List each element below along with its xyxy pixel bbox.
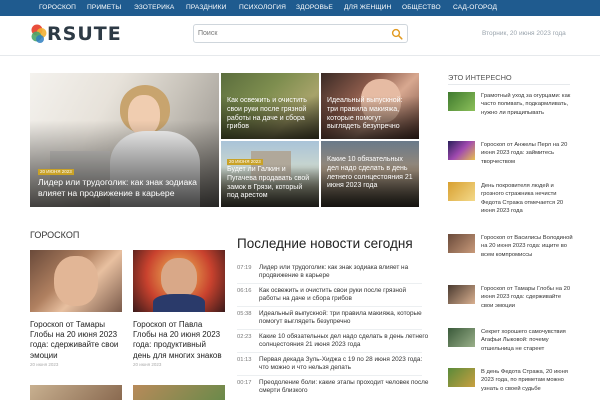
person-suit-shape (153, 294, 205, 312)
sidebar-item-text: Гороскоп от Тамары Глобы на 20 июня 2023… (481, 286, 571, 309)
news-list-item[interactable]: 00:17 Преодоление боли: какие этапы прох… (237, 379, 428, 400)
sidebar-item[interactable]: В день Федота Стража, 20 июня 2023 года,… (448, 368, 572, 398)
news-time: 07:19 (237, 265, 252, 271)
news-divider (237, 283, 422, 284)
horoscope-card-title: Гороскоп от Павла Глобы на 20 июня 2023 … (133, 320, 222, 360)
latest-news-title: Последние новости сегодня (237, 236, 413, 251)
news-text: Как освежить и очистить свои руки после … (259, 287, 407, 303)
sidebar-item[interactable]: Гороскоп от Василисы Володиной на 20 июн… (448, 234, 573, 264)
sidebar-thumb (448, 92, 475, 111)
featured-tile-4[interactable]: 20 июня 2023 Будет ли Галкин и Пугачева … (221, 141, 319, 207)
news-divider (237, 329, 422, 330)
news-divider (237, 306, 422, 307)
horoscope-card-image-partial[interactable] (133, 385, 225, 400)
top-nav: Гороскоп Приметы Эзотерика Праздники Пси… (0, 0, 600, 16)
horoscope-card-date: 20 июня 2023 (30, 362, 59, 367)
horoscope-card-image (133, 250, 225, 312)
current-date: Вторник, 20 июня 2023 года (482, 30, 566, 37)
horoscope-card-image (30, 250, 122, 312)
news-text: Преодоление боли: какие этапы проходит ч… (259, 379, 429, 395)
nav-item-garden[interactable]: Сад-огород (453, 0, 497, 16)
nav-item-society[interactable]: Общество (402, 0, 441, 16)
news-divider (237, 375, 422, 376)
site-logo[interactable]: RSUTE (30, 22, 121, 48)
sidebar-item-text: Грамотный уход за огурцами: как часто по… (481, 93, 571, 116)
sidebar-thumb (448, 141, 475, 160)
sidebar-item-text: Гороскоп от Василисы Володиной на 20 июн… (481, 235, 573, 258)
news-divider (237, 352, 422, 353)
nav-item-omens[interactable]: Приметы (87, 0, 121, 16)
sidebar-item-text: Гороскоп от Анжелы Перл на 20 июня 2023 … (481, 142, 568, 165)
category-badge: 20 июня 2023 (38, 169, 74, 175)
logo-mark-icon (31, 24, 47, 43)
nav-item-health[interactable]: Здоровье (296, 0, 333, 16)
news-text: Идеальный выпускной: три правила макияжа… (259, 310, 422, 326)
news-text: Какие 10 обязательных дел надо сделать в… (259, 333, 429, 349)
featured-title: Идеальный выпускной: три правила макияжа… (327, 97, 403, 131)
person-face-shape (161, 258, 197, 298)
sidebar-item[interactable]: День покровителя людей и грозного стражн… (448, 182, 572, 214)
news-time: 06:16 (237, 288, 252, 294)
nav-item-psychology[interactable]: Психология (239, 0, 286, 16)
sidebar-thumb (448, 328, 475, 347)
news-time: 00:17 (237, 380, 252, 386)
news-text: Лидер или трудоголик: как знак зодиака в… (259, 264, 409, 280)
sidebar-item[interactable]: Секрет хорошего самочувствия Агафьи Лыко… (448, 328, 572, 358)
sidebar-thumb (448, 285, 475, 304)
featured-title: Как освежить и очистить свои руки после … (227, 97, 307, 131)
search-box[interactable] (193, 24, 408, 43)
nav-item-for-women[interactable]: Для женщин (344, 0, 391, 16)
sidebar-item-text: День покровителя людей и грозного стражн… (481, 183, 564, 214)
category-badge: 20 июня 2023 (227, 159, 263, 165)
nav-item-holidays[interactable]: Праздники (186, 0, 226, 16)
news-time: 02:23 (237, 334, 252, 340)
person-face-shape (54, 256, 98, 306)
news-text: Первая декада Зуль-Хиджа с 19 по 28 июня… (259, 356, 423, 372)
featured-title: Какие 10 обязательных дел надо сделать в… (327, 156, 413, 190)
news-time: 01:13 (237, 357, 252, 363)
sidebar-item-text: Секрет хорошего самочувствия Агафьи Лыко… (481, 329, 566, 352)
horoscope-card-title: Гороскоп от Тамары Глобы на 20 июня 2023… (30, 320, 119, 360)
featured-tile-3[interactable]: Идеальный выпускной: три правила макияжа… (321, 73, 419, 139)
sidebar-item-text: В день Федота Стража, 20 июня 2023 года,… (481, 369, 568, 392)
header-divider (0, 55, 600, 56)
sidebar-title: Это интересно (448, 73, 512, 82)
sidebar-item[interactable]: Гороскоп от Тамары Глобы на 20 июня 2023… (448, 285, 572, 315)
sidebar-thumb (448, 368, 475, 387)
horoscope-section-title: Гороскоп (30, 230, 80, 240)
sidebar-thumb (448, 234, 475, 253)
featured-title: Лидер или трудоголик: как знак зодиака в… (38, 177, 197, 198)
featured-tile-5[interactable]: Какие 10 обязательных дел надо сделать в… (321, 141, 419, 207)
nav-item-horoscope[interactable]: Гороскоп (39, 0, 76, 16)
sidebar-divider (448, 84, 570, 85)
logo-text: RSUTE (47, 23, 122, 45)
sidebar-item[interactable]: Грамотный уход за огурцами: как часто по… (448, 92, 572, 122)
horoscope-card-date: 20 июня 2023 (133, 362, 162, 367)
sidebar-thumb (448, 182, 475, 201)
horoscope-card-image-partial[interactable] (30, 385, 122, 400)
featured-title: Будет ли Галкин и Пугачева продавать сво… (227, 166, 310, 200)
featured-tile-main[interactable]: 20 июня 2023 Лидер или трудоголик: как з… (30, 73, 219, 207)
nav-item-esoterics[interactable]: Эзотерика (134, 0, 174, 16)
news-time: 05:38 (237, 311, 252, 317)
search-input[interactable] (198, 27, 383, 40)
featured-tile-2[interactable]: Как освежить и очистить свои руки после … (221, 73, 319, 139)
search-icon[interactable] (391, 28, 403, 40)
sidebar-item[interactable]: Гороскоп от Анжелы Перл на 20 июня 2023 … (448, 141, 572, 171)
